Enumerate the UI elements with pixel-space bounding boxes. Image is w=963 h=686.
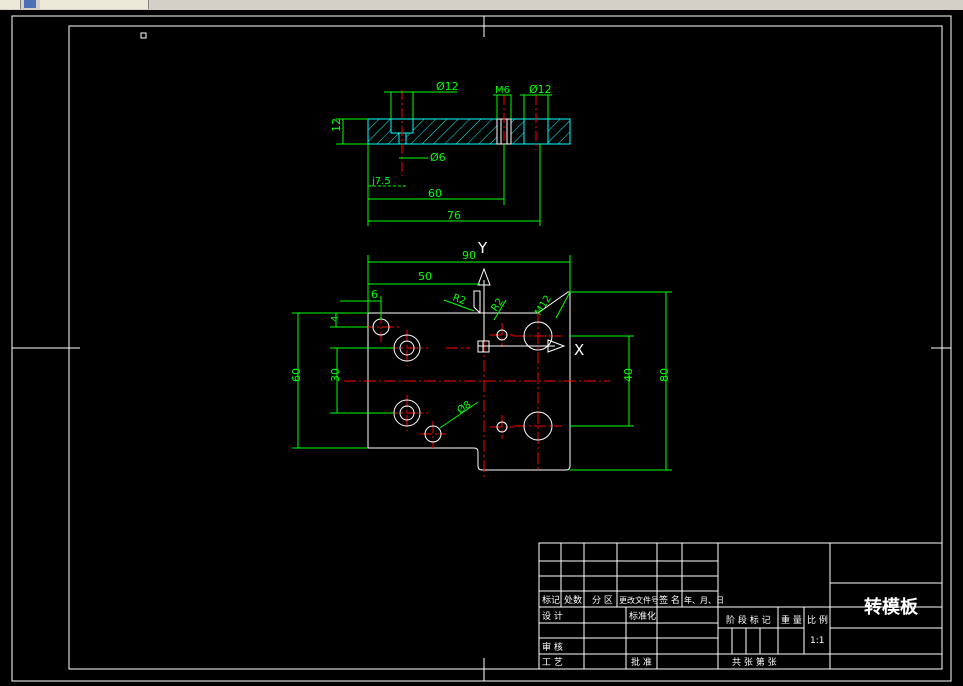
tb-stage: 阶 段 标 记 (726, 614, 771, 626)
tb-date: 年、月、日 (684, 595, 724, 605)
dim-90: 90 (462, 249, 476, 262)
tb-sign: 签 名 (659, 594, 680, 606)
tb-mark: 标记 (542, 594, 560, 606)
tb-approve: 批 准 (631, 656, 652, 668)
axis-y-label: Y (477, 239, 488, 257)
tb-zone: 分 区 (592, 595, 613, 606)
drawing-title: 转模板 (864, 596, 919, 618)
tb-ratio: 比 例 (807, 614, 828, 626)
dim-60-top: 60 (428, 187, 442, 200)
dim-6: 6 (371, 288, 378, 301)
cad-canvas[interactable]: Ø12 M6 Ø12 12 Ø6 j7.5 60 76 Y X 90 50 6 … (0, 10, 963, 686)
dim-depth: j7.5 (371, 176, 391, 187)
tb-review: 审 核 (542, 641, 563, 653)
tb-docno: 更改文件号 (619, 595, 659, 605)
tb-design: 设 计 (542, 610, 563, 622)
drawing-icon[interactable] (24, 0, 36, 8)
dim-small: Ø6 (430, 151, 446, 164)
tb-standard: 标准化 (629, 610, 656, 622)
toolbar-button[interactable] (0, 0, 21, 9)
dim-50: 50 (418, 270, 432, 283)
dim-30: 30 (329, 368, 342, 382)
dim-hole1: Ø12 (436, 80, 459, 93)
canvas-background (0, 10, 963, 686)
dim-4: 4 (330, 316, 341, 322)
toolbar-tab[interactable] (40, 0, 149, 9)
tb-weight: 重 量 (781, 614, 802, 626)
tb-process: 工 艺 (542, 657, 563, 668)
dim-thread: M6 (495, 85, 510, 96)
tb-scale: 1:1 (810, 636, 824, 646)
tb-sheets: 共 张 第 张 (732, 656, 777, 668)
dim-40: 40 (622, 368, 635, 382)
dim-thickness: 12 (330, 118, 343, 132)
tb-count: 处数 (564, 594, 582, 606)
dim-80: 80 (658, 368, 671, 382)
dim-60-left: 60 (290, 368, 303, 382)
axis-x-label: X (574, 341, 584, 359)
dim-hole2: Ø12 (529, 83, 552, 96)
dim-76: 76 (447, 209, 461, 222)
